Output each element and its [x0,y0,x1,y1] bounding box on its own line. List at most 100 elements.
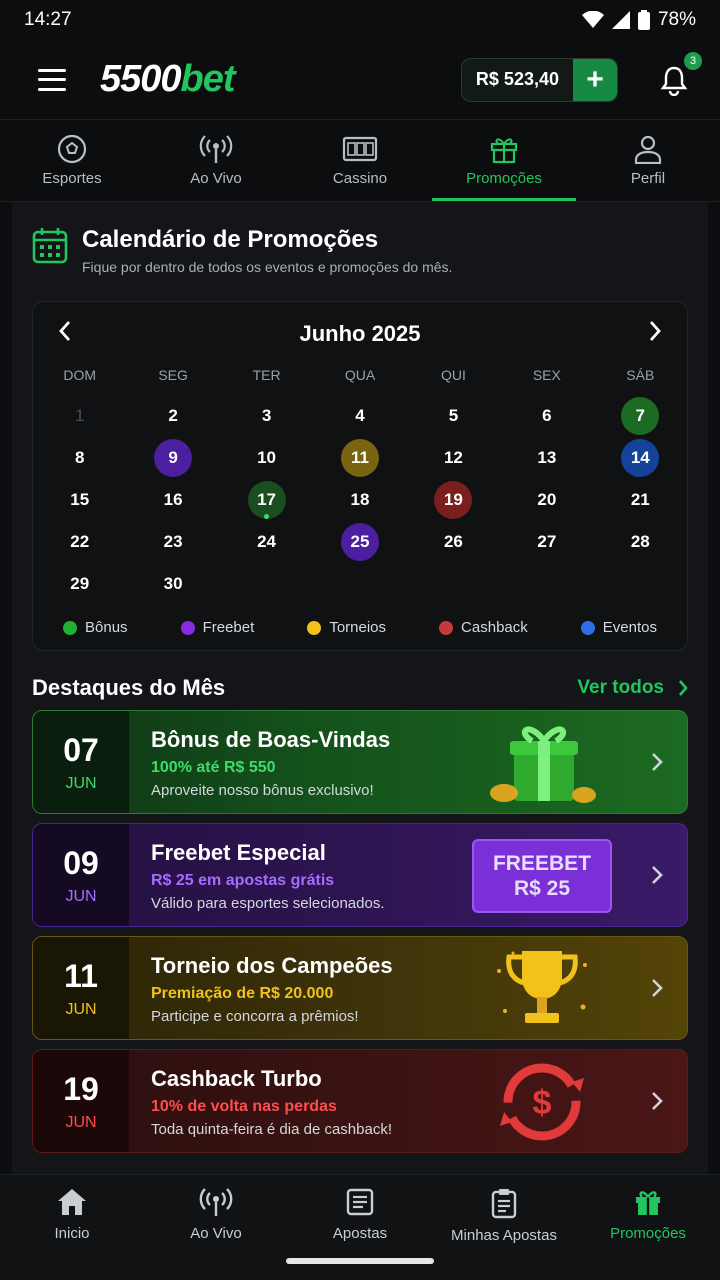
day-name: SÁB [626,367,655,383]
day-number: 27 [537,532,557,551]
calendar-day-bonus[interactable]: 7 [594,395,687,437]
brand-logo[interactable]: 5500bet [100,58,236,101]
nav-label: Apostas [332,1225,388,1242]
ticket-line-2: R$ 25 [513,877,571,900]
promo-card-freebet[interactable]: 09 JUN Freebet Especial R$ 25 em apostas … [32,823,688,927]
chevron-right-icon [627,1050,687,1152]
nav-promocoes[interactable]: Promoções [576,1175,720,1280]
balance-widget: R$ 523,40 + [460,57,618,102]
freebet-ticket: FREEBET R$ 25 [467,824,617,926]
calendar-day[interactable]: 1 [33,395,126,437]
calendar-day[interactable]: 2 [126,395,219,437]
calendar-section-header: Calendário de Promoções Fique por dentro… [32,202,688,275]
see-all-link[interactable]: Ver todos [577,677,688,699]
wifi-icon [581,11,604,28]
calendar-day[interactable]: 28 [594,521,687,563]
calendar-day-today[interactable]: 17 [220,479,313,521]
calendar-day[interactable]: 12 [407,437,500,479]
calendar-day[interactable]: 4 [313,395,406,437]
calendar-day[interactable]: 21 [594,479,687,521]
calendar-day[interactable]: 8 [33,437,126,479]
nav-apostas[interactable]: Apostas [288,1175,432,1280]
day-number: 23 [163,532,183,551]
broadcast-icon [199,1188,233,1216]
gesture-bar[interactable] [286,1258,434,1264]
nav-label: Ao Vivo [190,1225,242,1242]
calendar-day[interactable]: 23 [126,521,219,563]
nav-label: Inicio [54,1225,90,1242]
legend-swatch [439,620,454,635]
day-name: QUI [440,367,466,383]
tab-cassino[interactable]: Cassino [288,120,432,201]
day-number: 1 [74,406,85,425]
calendar-day[interactable]: 29 [33,563,126,605]
notifications-button[interactable]: 3 [658,51,702,96]
day-number: 25 [340,523,379,561]
tab-perfil[interactable]: Perfil [576,120,720,201]
calendar-day-freebet[interactable]: 25 [313,521,406,563]
calendar-day-tournament[interactable]: 11 [313,437,406,479]
trophy-icon [467,937,617,1039]
slot-machine-icon [342,136,378,162]
calendar-day[interactable]: 10 [220,437,313,479]
promo-day: 07 [63,731,99,768]
calendar-day[interactable]: 16 [126,479,219,521]
calendar-day[interactable]: 24 [220,521,313,563]
calendar-day-cashback[interactable]: 19 [407,479,500,521]
calendar-day[interactable]: 3 [220,395,313,437]
day-number: 6 [542,406,552,425]
promo-date: 19 JUN [33,1050,129,1152]
tab-label: Ao Vivo [190,170,242,187]
calendar-day[interactable]: 18 [313,479,406,521]
chevron-right-icon [679,680,688,696]
tab-label: Esportes [42,170,102,187]
nav-label: Promoções [610,1225,686,1242]
calendar-day[interactable]: 27 [500,521,593,563]
promo-card-cashback[interactable]: 19 JUN Cashback Turbo 10% de volta nas pe… [32,1049,688,1153]
legend-item: Bônus [63,619,128,636]
day-number: 10 [257,448,277,467]
promo-card-bonus[interactable]: 07 JUN Bônus de Boas-Vindas 100% até R$ 5… [32,710,688,814]
tab-promocoes[interactable]: Promoções [432,120,576,201]
legend-item: Eventos [580,619,657,636]
calendar-day[interactable]: 13 [500,437,593,479]
calendar-day[interactable]: 22 [33,521,126,563]
promo-card-tournament[interactable]: 11 JUN Torneio dos Campeões Premiação de … [32,936,688,1040]
home-icon [58,1189,86,1215]
tab-label: Cassino [332,170,388,187]
calendar-month: Junho 2025 [299,320,421,346]
day-number: 29 [70,574,90,593]
day-number: 16 [163,490,183,509]
tab-ao-vivo[interactable]: Ao Vivo [144,120,288,201]
next-month-button[interactable] [643,318,667,349]
nav-inicio[interactable]: Inicio [0,1175,144,1280]
menu-icon[interactable] [38,68,66,91]
chevron-left-icon [59,321,71,341]
status-bar: 14:27 78% [0,0,720,40]
app-header: 5500bet R$ 523,40 + 3 [0,40,720,120]
calendar-day-event[interactable]: 14 [594,437,687,479]
calendar-day[interactable]: 5 [407,395,500,437]
logo-word: bet [180,58,236,100]
promo-day: 19 [63,1070,99,1107]
day-name: DOM [63,367,97,383]
prev-month-button[interactable] [53,318,77,349]
tab-esportes[interactable]: Esportes [0,120,144,201]
calendar-day-freebet[interactable]: 9 [126,437,219,479]
day-number: 15 [70,490,90,509]
nav-minhas-apostas[interactable]: Minhas Apostas [432,1175,576,1280]
day-number: 28 [630,532,650,551]
calendar-day[interactable]: 20 [500,479,593,521]
calendar-day[interactable]: 26 [407,521,500,563]
balance-amount[interactable]: R$ 523,40 [462,69,573,90]
battery-level: 78% [657,9,696,30]
calendar-day[interactable]: 6 [500,395,593,437]
calendar-day[interactable]: 30 [126,563,219,605]
day-number: 4 [355,406,365,425]
nav-ao-vivo[interactable]: Ao Vivo [144,1175,288,1280]
promo-month: JUN [65,1000,97,1018]
calendar-day[interactable]: 15 [33,479,126,521]
user-icon [634,135,662,164]
deposit-button[interactable]: + [573,58,617,101]
gift-box-icon [467,711,617,813]
